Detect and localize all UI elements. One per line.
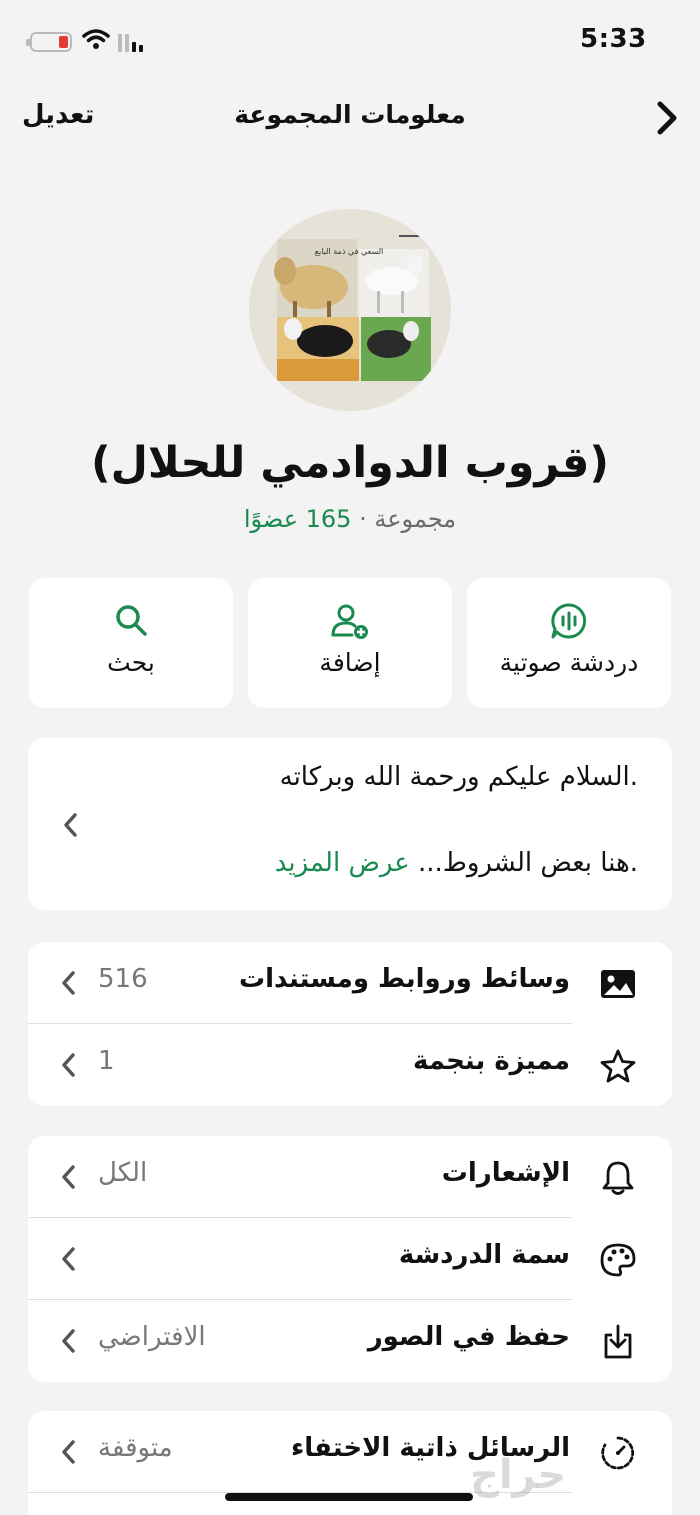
description-text: .هنا بعض الشروط... (418, 848, 638, 878)
media-row-label: وسائط وروابط ومستندات (238, 964, 570, 994)
description-line-2: .هنا بعض الشروط... عرض المزيد (275, 848, 638, 878)
chevron-left-icon (62, 1247, 75, 1271)
disappearing-messages-value: متوقفة (98, 1433, 173, 1463)
image-icon (598, 964, 638, 1004)
disappearing-messages-row[interactable]: الرسائل ذاتية الاختفاء متوقفة (28, 1411, 672, 1493)
chat-theme-row[interactable]: سمة الدردشة (28, 1218, 672, 1300)
description-card[interactable]: .السلام عليكم ورحمة الله وبركاته .هنا بع… (28, 738, 672, 910)
notifications-value: الكل (98, 1158, 148, 1188)
save-icon (598, 1322, 638, 1362)
member-count[interactable]: 165 عضوًا (244, 505, 352, 533)
signal-icon (118, 32, 143, 52)
save-to-photos-label: حفظ في الصور (367, 1322, 570, 1352)
palette-icon (598, 1240, 638, 1280)
notifications-label: الإشعارات (441, 1158, 570, 1188)
media-card: وسائط وروابط ومستندات 516 مميزة بنجمة 1 (28, 942, 672, 1106)
watermark: حراج (470, 1452, 567, 1498)
edit-button[interactable]: تعديل (22, 100, 94, 130)
media-row-value: 516 (98, 964, 148, 994)
avatar-caption: السعي في ذمة البايع (315, 247, 384, 256)
save-to-photos-value: الافتراضي (98, 1322, 206, 1352)
chevron-left-icon (64, 813, 77, 837)
notifications-row[interactable]: الإشعارات الكل (28, 1136, 672, 1218)
description-line-1: .السلام عليكم ورحمة الله وبركاته (279, 762, 638, 792)
group-avatar[interactable]: السعي في ذمة البايع (249, 209, 451, 411)
voice-chat-button[interactable]: دردشة صوتية (467, 578, 671, 708)
starred-row-value: 1 (98, 1046, 115, 1076)
home-indicator[interactable] (225, 1493, 473, 1501)
group-name: (قروب الدوادمي للحلال) (90, 438, 610, 488)
chevron-left-icon (62, 1053, 75, 1077)
chevron-left-icon (62, 1329, 75, 1353)
starred-row-label: مميزة بنجمة (412, 1046, 570, 1076)
nav-title: معلومات المجموعة (234, 100, 466, 129)
chevron-left-icon (62, 1440, 75, 1464)
back-chevron-icon[interactable] (650, 98, 684, 138)
settings-card: الإشعارات الكل سمة الدردشة حفظ في الصور … (28, 1136, 672, 1382)
voice-chat-icon (551, 603, 587, 639)
starred-row[interactable]: مميزة بنجمة 1 (28, 1024, 672, 1106)
add-user-icon (331, 604, 368, 639)
chevron-left-icon (62, 971, 75, 995)
bell-icon (598, 1158, 638, 1198)
save-to-photos-row[interactable]: حفظ في الصور الافتراضي (28, 1300, 672, 1382)
group-type: مجموعة · (359, 505, 457, 533)
battery-icon (26, 32, 72, 52)
voice-chat-label: دردشة صوتية (499, 648, 639, 677)
search-icon (116, 605, 147, 636)
media-links-docs-row[interactable]: وسائط وروابط ومستندات 516 (28, 942, 672, 1024)
star-icon (598, 1046, 638, 1086)
chevron-left-icon (62, 1165, 75, 1189)
status-time: 5:33 (580, 24, 647, 54)
timer-icon (598, 1433, 638, 1473)
search-button[interactable]: بحث (29, 578, 233, 708)
search-label: بحث (107, 648, 155, 677)
show-more-link[interactable]: عرض المزيد (275, 848, 410, 878)
group-subtitle: مجموعة · 165 عضوًا (0, 505, 700, 533)
wifi-icon (82, 29, 110, 49)
chat-theme-label: سمة الدردشة (398, 1240, 570, 1270)
add-member-label: إضافة (319, 648, 381, 677)
add-member-button[interactable]: إضافة (248, 578, 452, 708)
